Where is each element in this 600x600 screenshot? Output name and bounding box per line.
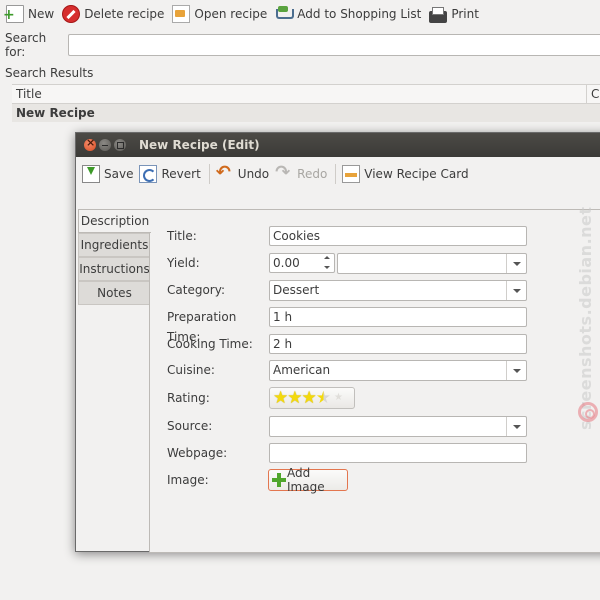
tab-ingredients[interactable]: Ingredients xyxy=(78,233,150,257)
cuisine-value: American xyxy=(273,363,331,377)
cooking-time-label: Cooking Time: xyxy=(167,337,253,351)
add-to-shopping-list-button[interactable]: Add to Shopping List xyxy=(273,2,427,26)
dialog-titlebar[interactable]: New Recipe (Edit) xyxy=(76,133,600,157)
add-image-button[interactable]: Add Image xyxy=(268,466,348,494)
description-panel: Title: Yield: Category: Dessert Preparat… xyxy=(149,209,600,553)
star-icon[interactable]: ★ xyxy=(302,388,317,408)
results-header: Title Ca xyxy=(12,84,600,104)
view-recipe-card-label: View Recipe Card xyxy=(364,167,469,181)
preparation-time-field[interactable] xyxy=(269,307,527,327)
toolbar-separator xyxy=(335,164,337,184)
search-results-label: Search Results xyxy=(5,66,94,80)
webpage-field[interactable] xyxy=(269,443,527,463)
cuisine-label: Cuisine: xyxy=(167,363,215,377)
star-icon[interactable]: ★ xyxy=(273,388,288,408)
add-plus-icon xyxy=(272,473,286,487)
open-recipe-button[interactable]: Open recipe xyxy=(170,2,273,26)
undo-icon xyxy=(216,162,234,183)
dialog-title: New Recipe (Edit) xyxy=(139,138,260,152)
redo-button[interactable]: Redo xyxy=(275,162,333,186)
new-button[interactable]: New xyxy=(3,2,60,26)
title-label: Title: xyxy=(167,229,197,243)
cooking-time-field[interactable] xyxy=(269,334,527,354)
dialog-toolbar: Save Revert Undo Redo View Recipe Card xyxy=(76,159,600,189)
category-combo[interactable]: Dessert xyxy=(269,280,527,301)
column-header-title[interactable]: Title xyxy=(12,85,587,103)
spin-down-icon[interactable] xyxy=(322,263,334,273)
dialog-body: Description Ingredients Instructions Not… xyxy=(76,207,600,553)
open-recipe-label: Open recipe xyxy=(194,7,268,21)
cuisine-combo[interactable]: American xyxy=(269,360,527,381)
search-row: Search for: xyxy=(0,31,600,59)
revert-icon xyxy=(139,165,158,183)
save-icon xyxy=(82,165,100,183)
source-combo[interactable] xyxy=(269,416,527,437)
minimize-icon[interactable] xyxy=(99,139,111,151)
new-document-icon xyxy=(3,5,24,23)
print-button[interactable]: Print xyxy=(427,2,485,26)
maximize-icon[interactable] xyxy=(114,139,126,151)
rating-stars-widget[interactable]: ★ ★ ★ ★ ★ xyxy=(269,387,355,409)
revert-button[interactable]: Revert xyxy=(139,162,206,186)
new-button-label: New xyxy=(28,7,55,21)
webpage-label: Webpage: xyxy=(167,446,228,460)
delete-recipe-label: Delete recipe xyxy=(84,7,165,21)
table-cell-title: New Recipe xyxy=(16,106,95,120)
print-label: Print xyxy=(451,7,479,21)
main-toolbar: New Delete recipe Open recipe Add to Sho… xyxy=(0,0,600,28)
star-icon[interactable]: ★ xyxy=(287,388,302,408)
redo-label: Redo xyxy=(297,167,328,181)
redo-icon xyxy=(275,162,293,183)
open-recipe-icon xyxy=(172,5,191,23)
yield-unit-combo[interactable] xyxy=(337,253,527,274)
chevron-down-icon[interactable] xyxy=(506,254,526,273)
title-field[interactable] xyxy=(269,226,527,246)
shopping-cart-icon xyxy=(275,5,295,23)
delete-icon xyxy=(62,5,81,23)
yield-spin-buttons[interactable] xyxy=(322,253,334,273)
revert-label: Revert xyxy=(161,167,201,181)
undo-label: Undo xyxy=(237,167,270,181)
yield-label: Yield: xyxy=(167,256,200,270)
save-label: Save xyxy=(104,167,134,181)
search-results-table: Title Ca New Recipe xyxy=(12,84,600,122)
add-to-shopping-list-label: Add to Shopping List xyxy=(297,7,422,21)
printer-icon xyxy=(429,7,448,23)
close-icon[interactable] xyxy=(84,136,96,151)
table-row[interactable]: New Recipe xyxy=(12,104,600,122)
recipe-edit-dialog: New Recipe (Edit) Save Revert Undo Redo … xyxy=(75,132,600,553)
category-value: Dessert xyxy=(273,283,320,297)
chevron-down-icon[interactable] xyxy=(506,417,526,436)
half-star-icon[interactable]: ★ xyxy=(316,388,331,408)
rating-label: Rating: xyxy=(167,391,210,405)
chevron-down-icon[interactable] xyxy=(506,281,526,300)
view-recipe-card-button[interactable]: View Recipe Card xyxy=(342,162,474,186)
column-header-category[interactable]: Ca xyxy=(587,85,600,103)
category-label: Category: xyxy=(167,283,225,297)
debian-swirl-logo-icon xyxy=(578,402,598,422)
save-button[interactable]: Save xyxy=(82,162,139,186)
delete-recipe-button[interactable]: Delete recipe xyxy=(60,2,170,26)
source-label: Source: xyxy=(167,419,213,433)
tab-description[interactable]: Description xyxy=(78,209,151,233)
chevron-down-icon[interactable] xyxy=(506,361,526,380)
tab-notes[interactable]: Notes xyxy=(78,281,150,305)
toolbar-separator xyxy=(208,164,210,184)
recipe-card-icon xyxy=(342,165,361,183)
search-input[interactable] xyxy=(68,34,600,56)
watermark-text: screenshots.debian.net xyxy=(576,206,595,430)
spin-up-icon[interactable] xyxy=(322,253,334,263)
image-label: Image: xyxy=(167,473,209,487)
add-image-label: Add Image xyxy=(287,466,325,494)
tab-strip: Description Ingredients Instructions Not… xyxy=(78,209,151,305)
search-label: Search for: xyxy=(5,31,47,59)
undo-button[interactable]: Undo xyxy=(216,162,275,186)
tab-instructions[interactable]: Instructions xyxy=(78,257,150,281)
empty-star-icon[interactable]: ★ xyxy=(334,388,343,408)
